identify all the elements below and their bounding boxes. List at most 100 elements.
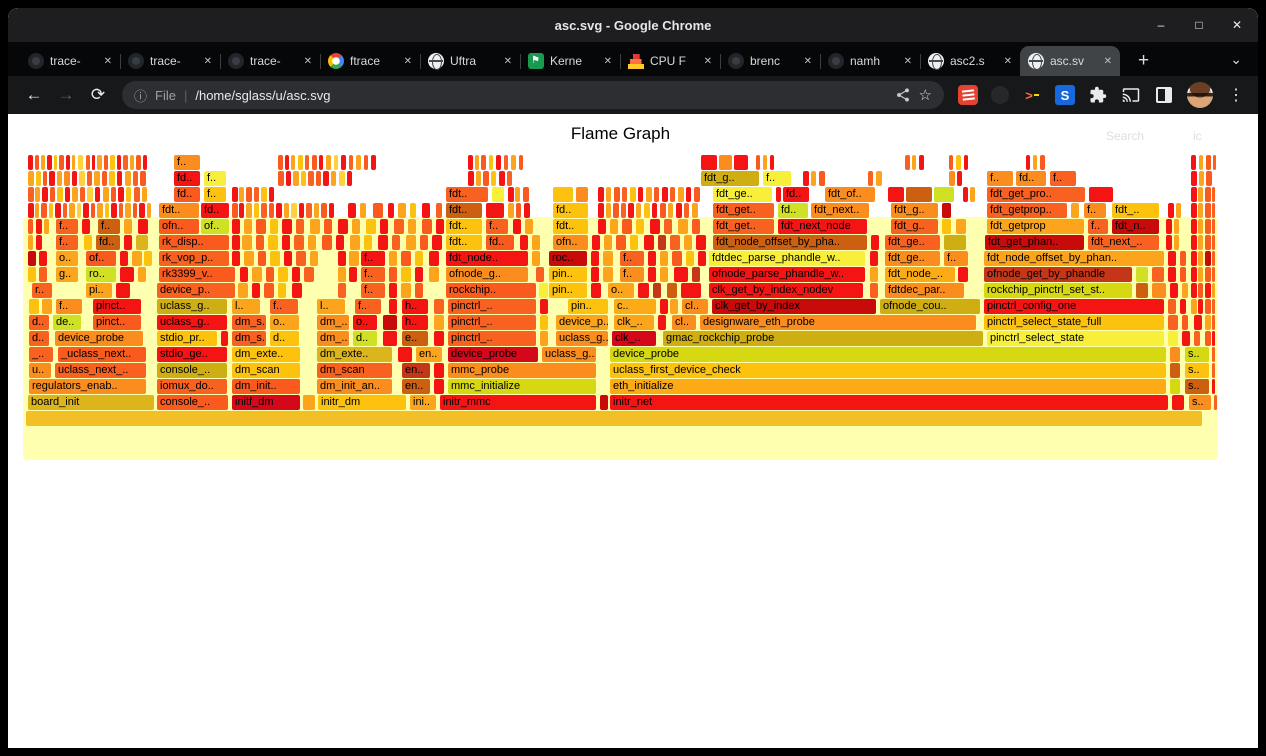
flame-graph-search-button[interactable]: Search bbox=[1106, 129, 1144, 143]
flame-cell[interactable]: of.. bbox=[86, 251, 116, 266]
flame-cell[interactable] bbox=[310, 251, 318, 266]
flame-cell[interactable] bbox=[870, 283, 878, 298]
flame-cell[interactable] bbox=[888, 187, 904, 202]
flame-cell[interactable] bbox=[80, 187, 85, 202]
flame-cell[interactable]: fdt_getprop.. bbox=[987, 203, 1067, 218]
flame-cell[interactable] bbox=[389, 251, 397, 266]
flame-cell[interactable] bbox=[1205, 331, 1211, 346]
flame-cell[interactable] bbox=[532, 251, 540, 266]
flame-cell[interactable]: f.. bbox=[56, 299, 82, 314]
flame-cell[interactable]: f.. bbox=[56, 235, 78, 250]
flame-cell[interactable] bbox=[314, 203, 319, 218]
flame-cell[interactable] bbox=[660, 267, 668, 282]
flame-cell[interactable]: f.. bbox=[620, 267, 644, 282]
flame-cell[interactable] bbox=[678, 187, 684, 202]
flame-cell[interactable] bbox=[138, 267, 146, 282]
flame-cell[interactable]: ofnode_parse_phandle_w.. bbox=[709, 267, 865, 282]
flame-cell[interactable] bbox=[72, 155, 75, 170]
flame-cell[interactable]: h.. bbox=[402, 315, 428, 330]
flame-cell[interactable]: d.. bbox=[29, 315, 49, 330]
flame-cell[interactable]: l.. bbox=[317, 299, 345, 314]
flame-cell[interactable] bbox=[515, 187, 520, 202]
flame-cell[interactable]: ofnode_get_by_phandle bbox=[984, 267, 1132, 282]
flame-cell[interactable] bbox=[1214, 395, 1217, 410]
flame-cell[interactable] bbox=[28, 267, 36, 282]
flame-cell[interactable]: fd.. bbox=[96, 235, 120, 250]
flame-cell[interactable] bbox=[956, 219, 966, 234]
flame-cell[interactable] bbox=[321, 203, 327, 218]
flame-cell[interactable]: en.. bbox=[402, 363, 430, 378]
side-panel-icon[interactable] bbox=[1154, 85, 1174, 105]
flame-cell[interactable]: o.. bbox=[608, 283, 634, 298]
flame-cell[interactable] bbox=[1212, 315, 1215, 330]
flame-cell[interactable] bbox=[1205, 299, 1211, 314]
flame-cell[interactable]: s.. bbox=[1185, 363, 1209, 378]
flame-cell[interactable]: gmac_rockchip_probe bbox=[663, 331, 983, 346]
flame-cell[interactable]: f.. bbox=[270, 299, 298, 314]
flame-cell[interactable] bbox=[341, 155, 346, 170]
flame-cell[interactable] bbox=[147, 203, 151, 218]
flame-cell[interactable] bbox=[1089, 187, 1113, 202]
flame-cell[interactable] bbox=[242, 235, 252, 250]
flame-cell[interactable] bbox=[339, 171, 345, 186]
flame-cell[interactable] bbox=[934, 187, 954, 202]
flame-cell[interactable]: clk_get_by_index bbox=[712, 299, 876, 314]
flame-cell[interactable] bbox=[1180, 251, 1186, 266]
flame-cell[interactable] bbox=[520, 235, 528, 250]
flame-cell[interactable] bbox=[660, 299, 668, 314]
flame-cell[interactable]: fdt_g.. bbox=[891, 219, 938, 234]
flame-cell[interactable] bbox=[36, 219, 42, 234]
flame-cell[interactable]: device_probe bbox=[55, 331, 143, 346]
flame-cell[interactable] bbox=[776, 187, 781, 202]
flame-cell[interactable] bbox=[1174, 219, 1179, 234]
flame-cell[interactable] bbox=[942, 219, 951, 234]
flame-cell[interactable] bbox=[658, 235, 666, 250]
flame-cell[interactable] bbox=[371, 155, 376, 170]
flame-cell[interactable] bbox=[285, 155, 289, 170]
flame-cell[interactable]: ofn.. bbox=[553, 235, 588, 250]
flame-cell[interactable]: d.. bbox=[353, 331, 377, 346]
flame-cell[interactable] bbox=[1212, 283, 1215, 298]
flame-cell[interactable] bbox=[638, 283, 649, 298]
flame-cell[interactable]: f.. bbox=[204, 187, 226, 202]
flame-cell[interactable] bbox=[1213, 155, 1216, 170]
flame-cell[interactable] bbox=[1212, 299, 1215, 314]
flame-cell[interactable] bbox=[55, 203, 61, 218]
flame-cell[interactable] bbox=[664, 219, 672, 234]
tab-close-icon[interactable]: ✕ bbox=[502, 56, 514, 67]
flame-cell[interactable] bbox=[600, 395, 608, 410]
flame-cell[interactable]: device_p.. bbox=[556, 315, 608, 330]
flame-cell[interactable]: e.. bbox=[402, 331, 428, 346]
flame-cell[interactable] bbox=[692, 267, 700, 282]
flame-cell[interactable] bbox=[734, 155, 748, 170]
flame-cell[interactable] bbox=[1205, 203, 1211, 218]
flame-cell[interactable] bbox=[701, 155, 717, 170]
flame-cell[interactable] bbox=[54, 155, 57, 170]
flame-cell[interactable]: f.. bbox=[1084, 203, 1106, 218]
flame-cell[interactable]: h.. bbox=[402, 299, 428, 314]
flame-cell[interactable]: rk_disp.. bbox=[159, 235, 229, 250]
flame-cell[interactable] bbox=[349, 251, 359, 266]
flame-cell[interactable] bbox=[383, 331, 397, 346]
flame-cell[interactable]: o.. bbox=[270, 315, 299, 330]
flame-cell[interactable] bbox=[77, 203, 81, 218]
flame-cell[interactable]: fd.. bbox=[486, 235, 514, 250]
flame-cell[interactable] bbox=[117, 155, 121, 170]
flame-cell[interactable] bbox=[1168, 331, 1178, 346]
flame-cell[interactable]: initf_dm bbox=[232, 395, 300, 410]
flame-cell[interactable] bbox=[1152, 283, 1166, 298]
flame-cell[interactable] bbox=[598, 203, 604, 218]
flame-cell[interactable] bbox=[956, 155, 961, 170]
tab-trace-[interactable]: trace-✕ bbox=[220, 46, 320, 76]
flame-cell[interactable] bbox=[120, 251, 128, 266]
flame-cell[interactable] bbox=[1191, 235, 1197, 250]
flame-cell[interactable] bbox=[334, 155, 338, 170]
flame-cell[interactable] bbox=[1198, 203, 1203, 218]
flame-cell[interactable] bbox=[1212, 379, 1215, 394]
flame-cell[interactable] bbox=[143, 155, 147, 170]
flame-cell[interactable] bbox=[406, 235, 416, 250]
flame-cell[interactable]: eth_initialize bbox=[610, 379, 1166, 394]
flame-cell[interactable] bbox=[389, 267, 397, 282]
flame-cell[interactable] bbox=[592, 235, 600, 250]
flame-cell[interactable] bbox=[919, 155, 924, 170]
